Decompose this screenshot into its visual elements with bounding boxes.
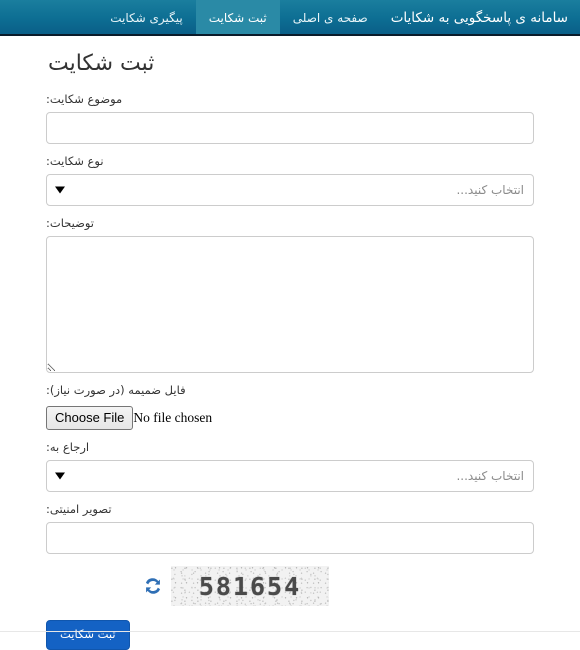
nav-item-home[interactable]: صفحه ی اصلی bbox=[280, 0, 381, 34]
nav-item-list: صفحه ی اصلی ثبت شکایت پیگیری شکایت bbox=[97, 0, 381, 34]
label-security-image: تصویر امنیتی: bbox=[46, 501, 534, 518]
refresh-icon[interactable] bbox=[143, 576, 163, 596]
captcha-image: 581654 bbox=[171, 566, 329, 606]
label-description: توضیحات: bbox=[46, 215, 534, 232]
file-input[interactable]: Choose File No file chosen bbox=[46, 406, 218, 430]
page-container: ثبت شکایت موضوع شکایت: نوع شکایت: انتخاب… bbox=[0, 50, 580, 650]
captcha-input[interactable] bbox=[46, 522, 534, 554]
label-complaint-subject: موضوع شکایت: bbox=[46, 91, 534, 108]
nav-item-register-complaint[interactable]: ثبت شکایت bbox=[196, 0, 280, 34]
page-title: ثبت شکایت bbox=[46, 50, 534, 79]
file-status-text: No file chosen bbox=[133, 410, 212, 426]
label-refer-to: ارجاع به: bbox=[46, 439, 534, 456]
field-group-refer-to: ارجاع به: انتخاب کنید... bbox=[46, 439, 534, 492]
complaint-type-select[interactable]: انتخاب کنید... bbox=[46, 174, 534, 206]
attachment-row: Choose File No file chosen bbox=[46, 404, 534, 430]
nav-item-track-complaint[interactable]: پیگیری شکایت bbox=[97, 0, 196, 34]
field-group-type: نوع شکایت: انتخاب کنید... bbox=[46, 153, 534, 206]
site-brand: سامانه ی پاسخگویی به شکایات bbox=[381, 0, 580, 34]
refer-to-select[interactable]: انتخاب کنید... bbox=[46, 460, 534, 492]
footer-divider bbox=[0, 631, 580, 632]
captcha-row: 581654 bbox=[46, 566, 534, 606]
submit-complaint-button[interactable]: ثبت شکایت bbox=[46, 620, 130, 650]
refer-to-select-wrap: انتخاب کنید... bbox=[46, 460, 534, 492]
complaint-type-select-wrap: انتخاب کنید... bbox=[46, 174, 534, 206]
field-group-subject: موضوع شکایت: bbox=[46, 91, 534, 144]
top-navbar: سامانه ی پاسخگویی به شکایات صفحه ی اصلی … bbox=[0, 0, 580, 36]
field-group-attachment: فایل ضمیمه (در صورت نیاز): Choose File N… bbox=[46, 382, 534, 429]
description-textarea[interactable] bbox=[46, 236, 534, 373]
captcha-text: 581654 bbox=[199, 572, 301, 601]
choose-file-button[interactable]: Choose File bbox=[46, 406, 133, 430]
label-complaint-type: نوع شکایت: bbox=[46, 153, 534, 170]
complaint-subject-input[interactable] bbox=[46, 112, 534, 144]
field-group-captcha: تصویر امنیتی: bbox=[46, 501, 534, 554]
submit-row: ثبت شکایت bbox=[46, 620, 534, 650]
field-group-description: توضیحات: bbox=[46, 215, 534, 373]
label-attachment: فایل ضمیمه (در صورت نیاز): bbox=[46, 382, 534, 399]
